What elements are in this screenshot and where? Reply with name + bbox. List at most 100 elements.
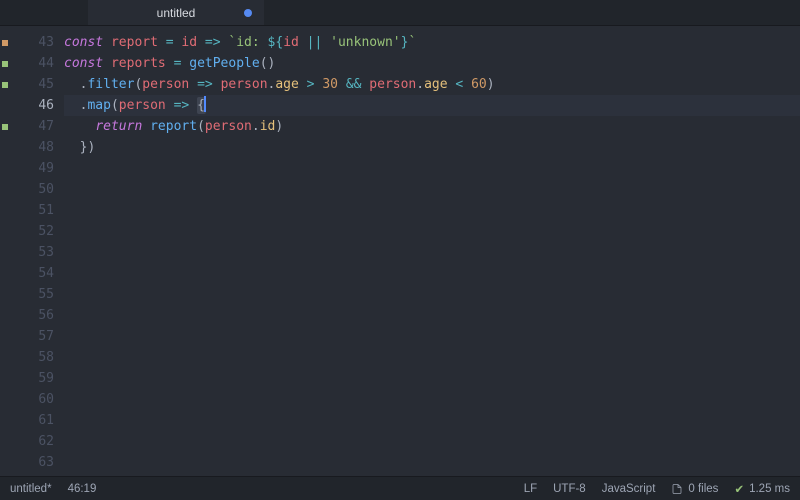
fold-marker — [0, 389, 10, 410]
token: age — [424, 77, 447, 92]
status-encoding[interactable]: UTF-8 — [553, 483, 586, 495]
line-number: 57 — [10, 326, 54, 347]
fold-marker — [0, 95, 10, 116]
status-timing[interactable]: ✔ 1.25 ms — [734, 482, 790, 496]
status-line-ending-label: LF — [524, 483, 537, 495]
status-file[interactable]: untitled* — [10, 483, 52, 495]
fold-marker — [0, 158, 10, 179]
token: => — [205, 35, 221, 50]
status-files-label: 0 files — [688, 483, 718, 495]
code-line[interactable]: const report = id => `id: ${id || 'unkno… — [64, 32, 800, 53]
code-line[interactable] — [64, 326, 800, 347]
status-line-ending[interactable]: LF — [524, 483, 537, 495]
token — [64, 77, 80, 92]
fold-marker — [0, 200, 10, 221]
git-marker-icon — [2, 40, 8, 46]
code-line[interactable]: return report(person.id) — [64, 116, 800, 137]
line-number: 50 — [10, 179, 54, 200]
token — [322, 35, 330, 50]
fold-marker — [0, 452, 10, 473]
code-line[interactable]: .filter(person => person.age > 30 && per… — [64, 74, 800, 95]
token: return — [95, 119, 142, 134]
code-line[interactable] — [64, 410, 800, 431]
token — [463, 77, 471, 92]
token: report — [111, 35, 158, 50]
fold-marker — [0, 326, 10, 347]
fold-marker — [0, 116, 10, 137]
token — [213, 77, 221, 92]
fold-marker — [0, 32, 10, 53]
token: reports — [111, 56, 166, 71]
token: 30 — [322, 77, 338, 92]
status-language[interactable]: JavaScript — [602, 483, 656, 495]
line-number: 52 — [10, 221, 54, 242]
line-number: 62 — [10, 431, 54, 452]
code-line[interactable]: const reports = getPeople() — [64, 53, 800, 74]
line-number: 58 — [10, 347, 54, 368]
code-line[interactable] — [64, 347, 800, 368]
status-files[interactable]: 0 files — [671, 483, 718, 495]
fold-marker — [0, 179, 10, 200]
code-line[interactable] — [64, 263, 800, 284]
code-line[interactable] — [64, 221, 800, 242]
status-cursor-position[interactable]: 46:19 — [68, 483, 97, 495]
git-marker-icon — [2, 124, 8, 130]
token: id — [181, 35, 197, 50]
status-timing-label: 1.25 ms — [749, 483, 790, 495]
token: ) — [275, 119, 283, 134]
token — [142, 119, 150, 134]
file-icon — [671, 483, 683, 495]
token — [64, 98, 80, 113]
code-editor[interactable]: 4344454647484950515253545556575859606162… — [0, 26, 800, 476]
token — [299, 77, 307, 92]
code-line[interactable] — [64, 368, 800, 389]
token: age — [275, 77, 298, 92]
token: && — [346, 77, 362, 92]
code-line[interactable] — [64, 431, 800, 452]
token: => — [174, 98, 190, 113]
status-language-label: JavaScript — [602, 483, 656, 495]
token — [166, 56, 174, 71]
line-number: 55 — [10, 284, 54, 305]
token: () — [260, 56, 276, 71]
fold-marker — [0, 431, 10, 452]
line-number: 59 — [10, 368, 54, 389]
code-line[interactable] — [64, 389, 800, 410]
code-line[interactable] — [64, 284, 800, 305]
tab-untitled[interactable]: untitled — [88, 0, 264, 25]
code-line[interactable] — [64, 200, 800, 221]
token: person — [205, 119, 252, 134]
check-icon: ✔ — [734, 482, 744, 496]
git-marker-icon — [2, 82, 8, 88]
token: getPeople — [189, 56, 259, 71]
fold-marker — [0, 242, 10, 263]
code-line[interactable] — [64, 305, 800, 326]
code-line[interactable] — [64, 179, 800, 200]
modified-dot-icon — [244, 9, 252, 17]
code-line[interactable] — [64, 158, 800, 179]
line-number: 54 — [10, 263, 54, 284]
line-number-gutter: 4344454647484950515253545556575859606162… — [10, 26, 64, 476]
token: || — [307, 35, 323, 50]
token: . — [416, 77, 424, 92]
tab-bar: untitled — [0, 0, 800, 26]
code-line[interactable] — [64, 242, 800, 263]
token: person — [221, 77, 268, 92]
code-area[interactable]: const report = id => `id: ${id || 'unkno… — [64, 26, 800, 476]
token: id — [283, 35, 299, 50]
code-line[interactable]: .map(person => { — [64, 95, 800, 116]
code-line[interactable] — [64, 452, 800, 473]
selection: { — [197, 97, 206, 114]
token: => — [197, 77, 213, 92]
code-line[interactable]: }) — [64, 137, 800, 158]
token: id — [260, 119, 276, 134]
token: filter — [87, 77, 134, 92]
line-number: 51 — [10, 200, 54, 221]
fold-marker — [0, 284, 10, 305]
line-number: 47 — [10, 116, 54, 137]
token: = — [166, 35, 174, 50]
token — [64, 119, 95, 134]
token: ( — [197, 119, 205, 134]
token: const — [64, 35, 103, 50]
token — [189, 77, 197, 92]
